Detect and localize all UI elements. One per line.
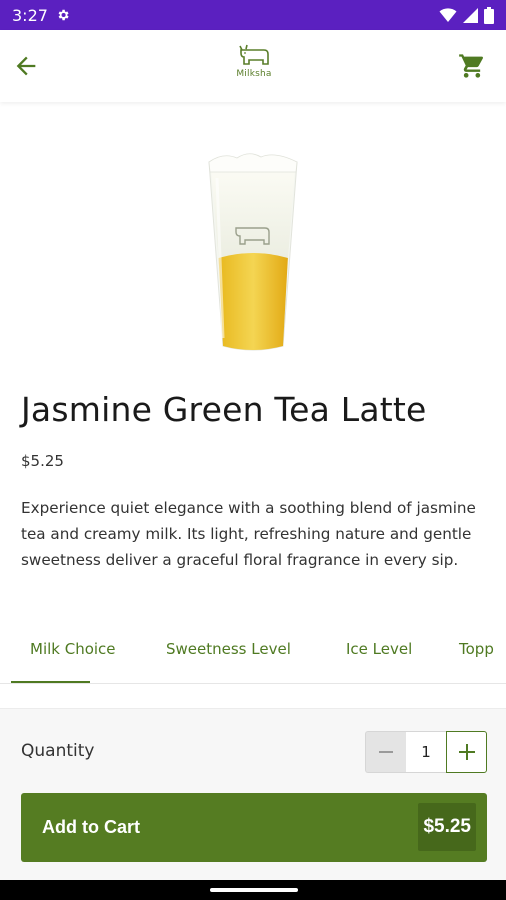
app-bar: Milksha — [0, 30, 506, 102]
purchase-panel: Quantity 1 Add to Cart $5.25 — [0, 708, 506, 880]
product-price: $5.25 — [21, 452, 64, 470]
milksha-cow-logo — [239, 44, 269, 65]
product-description: Experience quiet elegance with a soothin… — [21, 499, 476, 569]
status-bar: 3:27 — [0, 0, 506, 30]
logo-text: Milksha — [236, 69, 272, 79]
add-to-cart-label: Add to Cart — [42, 817, 140, 837]
add-to-cart-price: $5.25 — [418, 803, 476, 851]
tab-sweetness-level[interactable]: Sweetness Level — [166, 640, 291, 658]
settings-icon — [58, 9, 69, 21]
tab-ice-level[interactable]: Ice Level — [346, 640, 412, 658]
quantity-stepper: 1 — [365, 731, 487, 773]
system-nav-bar — [0, 880, 506, 900]
signal-icon — [463, 7, 478, 23]
add-to-cart-button[interactable]: Add to Cart $5.25 — [21, 793, 487, 862]
back-button[interactable] — [8, 48, 44, 84]
option-tabs: Milk Choice Sweetness Level Ice Level To… — [0, 630, 506, 684]
tab-milk-choice[interactable]: Milk Choice — [30, 640, 116, 658]
cart-button[interactable] — [454, 48, 490, 84]
quantity-value: 1 — [406, 731, 446, 773]
quantity-label: Quantity — [21, 741, 95, 761]
brand-logo: Milksha — [228, 44, 280, 88]
battery-icon — [484, 6, 494, 24]
cart-icon — [459, 54, 484, 78]
product-title: Jasmine Green Tea Latte — [21, 390, 427, 429]
tab-toppings[interactable]: Topp — [459, 640, 494, 658]
tab-selected-indicator — [11, 681, 90, 683]
plus-icon — [458, 744, 475, 760]
back-arrow-icon — [16, 56, 36, 76]
decrease-quantity-button[interactable] — [365, 731, 406, 773]
home-gesture-handle[interactable] — [210, 888, 298, 892]
status-time: 3:27 — [12, 5, 48, 25]
wifi-icon — [439, 8, 457, 22]
increase-quantity-button[interactable] — [446, 731, 487, 773]
status-icons — [439, 6, 494, 24]
minus-icon — [379, 751, 393, 753]
product-detail-screen: 3:27 Milksha Jasmine Green Tea Latte $5.… — [0, 0, 506, 900]
product-image — [208, 153, 298, 351]
